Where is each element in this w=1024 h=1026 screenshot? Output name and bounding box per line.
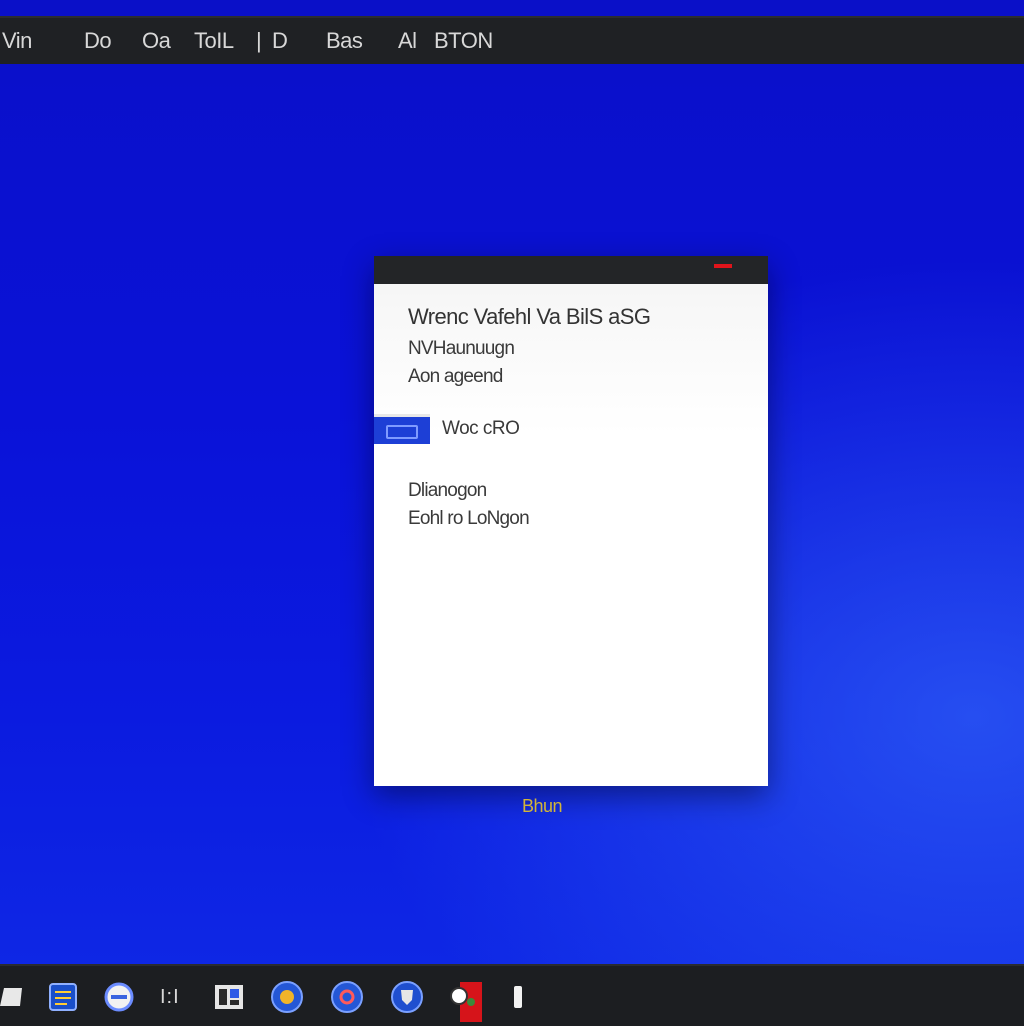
menu-bar: Vin Do Oa ToIL | D Bas Al BTON (0, 16, 1024, 64)
option-row[interactable]: Woc cRO (374, 412, 768, 448)
taskbar: I:I (0, 964, 1024, 1026)
detail-line-2: Eohl ro LoNgon (408, 508, 530, 529)
menu-item-bas[interactable]: Bas (326, 28, 363, 54)
settings-icon[interactable] (330, 980, 364, 1014)
dialog-window: Wrenc Vafehl Va BilS aSG NVHaunuugn Aon … (374, 256, 768, 786)
menu-item-oa[interactable]: Oa (142, 28, 171, 54)
dialog-title: Wrenc Vafehl Va BilS aSG (408, 304, 651, 329)
menu-item-al[interactable]: Al (398, 28, 417, 54)
menu-item-toil[interactable]: ToIL (194, 28, 234, 54)
below-dialog-label: Bhun (522, 796, 563, 816)
menu-item-do[interactable]: Do (84, 28, 112, 54)
globe-icon[interactable] (270, 980, 304, 1014)
option-toggle[interactable] (374, 414, 430, 444)
app-grid-icon[interactable] (214, 982, 244, 1012)
top-strip (0, 0, 1024, 16)
battery-icon[interactable] (512, 984, 524, 1010)
detail-line-1: Dlianogon (408, 480, 487, 501)
dialog-content: Wrenc Vafehl Va BilS aSG NVHaunuugn Aon … (374, 284, 768, 786)
dialog-subtitle-1: NVHaunuugn (408, 338, 515, 359)
close-icon[interactable] (714, 264, 732, 268)
shield-icon[interactable] (390, 980, 424, 1014)
menu-item-bton[interactable]: BTON (434, 28, 493, 54)
option-label: Woc cRO (442, 418, 520, 439)
menu-item-d[interactable]: D (272, 28, 288, 54)
browser-icon[interactable] (104, 982, 134, 1012)
menu-separator: | (256, 28, 262, 53)
dialog-subtitle-2: Aon ageend (408, 366, 503, 387)
dialog-titlebar[interactable] (374, 256, 768, 284)
toggle-icon (386, 425, 418, 439)
media-icon[interactable] (448, 980, 482, 1022)
taskbar-text-item[interactable]: I:I (160, 986, 180, 1009)
file-icon[interactable] (0, 986, 24, 1008)
notepad-icon[interactable] (48, 982, 78, 1012)
menu-item-vin[interactable]: Vin (2, 28, 32, 54)
